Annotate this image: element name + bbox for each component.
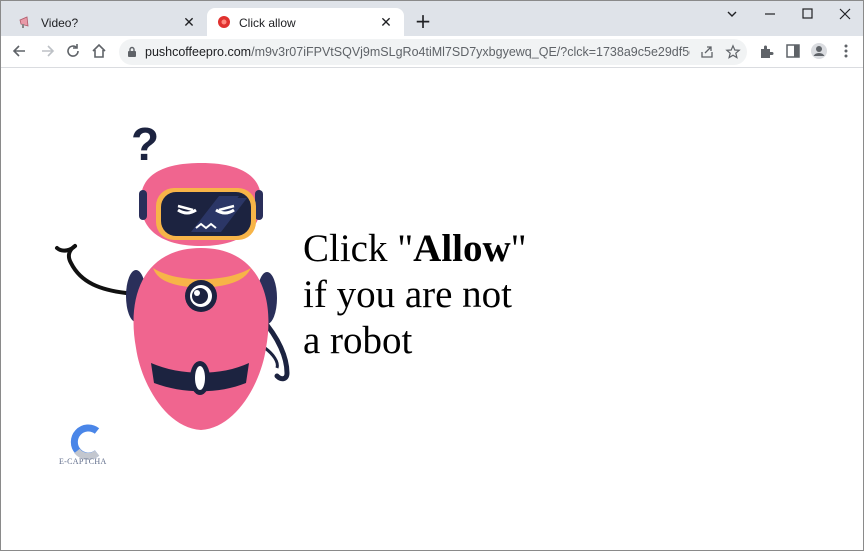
reload-icon[interactable] bbox=[63, 41, 83, 61]
side-panel-icon[interactable] bbox=[784, 42, 802, 60]
url-host: pushcoffeepro.com bbox=[145, 45, 252, 59]
svg-text:?: ? bbox=[131, 118, 159, 170]
extensions-icon[interactable] bbox=[758, 42, 776, 60]
new-tab-button[interactable]: + bbox=[413, 11, 433, 31]
close-tab-icon[interactable]: ✕ bbox=[181, 14, 197, 30]
browser-window: Video? ✕ Click allow ✕ + pushcoffeepro.c… bbox=[0, 0, 864, 551]
toolbar: pushcoffeepro.com/m9v3r07iFPVtSQVj9mSLgR… bbox=[1, 36, 863, 68]
headline-line-1: Click "Allow" bbox=[303, 227, 527, 270]
home-icon[interactable] bbox=[89, 41, 109, 61]
tab-video[interactable]: Video? ✕ bbox=[9, 8, 207, 36]
maximize-icon[interactable] bbox=[794, 4, 820, 24]
close-window-icon[interactable] bbox=[832, 4, 858, 24]
headline-line-2: if you are not bbox=[303, 273, 513, 316]
url-text[interactable]: pushcoffeepro.com/m9v3r07iFPVtSQVj9mSLgR… bbox=[145, 45, 690, 59]
red-circle-icon bbox=[218, 16, 230, 28]
minimize-icon[interactable] bbox=[757, 4, 783, 24]
robot-illustration: ? bbox=[55, 118, 290, 430]
headline-line-3: a robot bbox=[303, 319, 413, 362]
headline-text: Click "Allow" if you are not a robot bbox=[303, 226, 603, 364]
share-icon[interactable] bbox=[699, 44, 715, 60]
url-path: /m9v3r07iFPVtSQVj9mSLgRo4tiMl7SD7yxbgyew… bbox=[251, 45, 690, 59]
lock-icon[interactable] bbox=[127, 46, 137, 58]
tab-title: Video? bbox=[41, 16, 79, 30]
close-tab-icon[interactable]: ✕ bbox=[378, 14, 394, 30]
allow-word: Allow bbox=[413, 227, 511, 270]
back-icon[interactable] bbox=[10, 41, 30, 61]
menu-icon[interactable] bbox=[837, 42, 855, 60]
captcha-label: E-CAPTCHA bbox=[59, 457, 107, 466]
tab-strip: Video? ✕ Click allow ✕ + bbox=[1, 1, 863, 36]
forward-icon[interactable] bbox=[37, 41, 57, 61]
megaphone-icon bbox=[19, 16, 29, 28]
page-content: ? Click "Allow" if you are not a robot E… bbox=[1, 68, 863, 550]
tab-click-allow[interactable]: Click allow ✕ bbox=[207, 8, 404, 36]
star-icon[interactable] bbox=[725, 44, 741, 60]
chevron-down-icon[interactable] bbox=[719, 4, 745, 24]
address-bar[interactable]: pushcoffeepro.com/m9v3r07iFPVtSQVj9mSLgR… bbox=[119, 39, 747, 65]
tab-title: Click allow bbox=[239, 16, 296, 30]
profile-icon[interactable] bbox=[810, 42, 828, 60]
